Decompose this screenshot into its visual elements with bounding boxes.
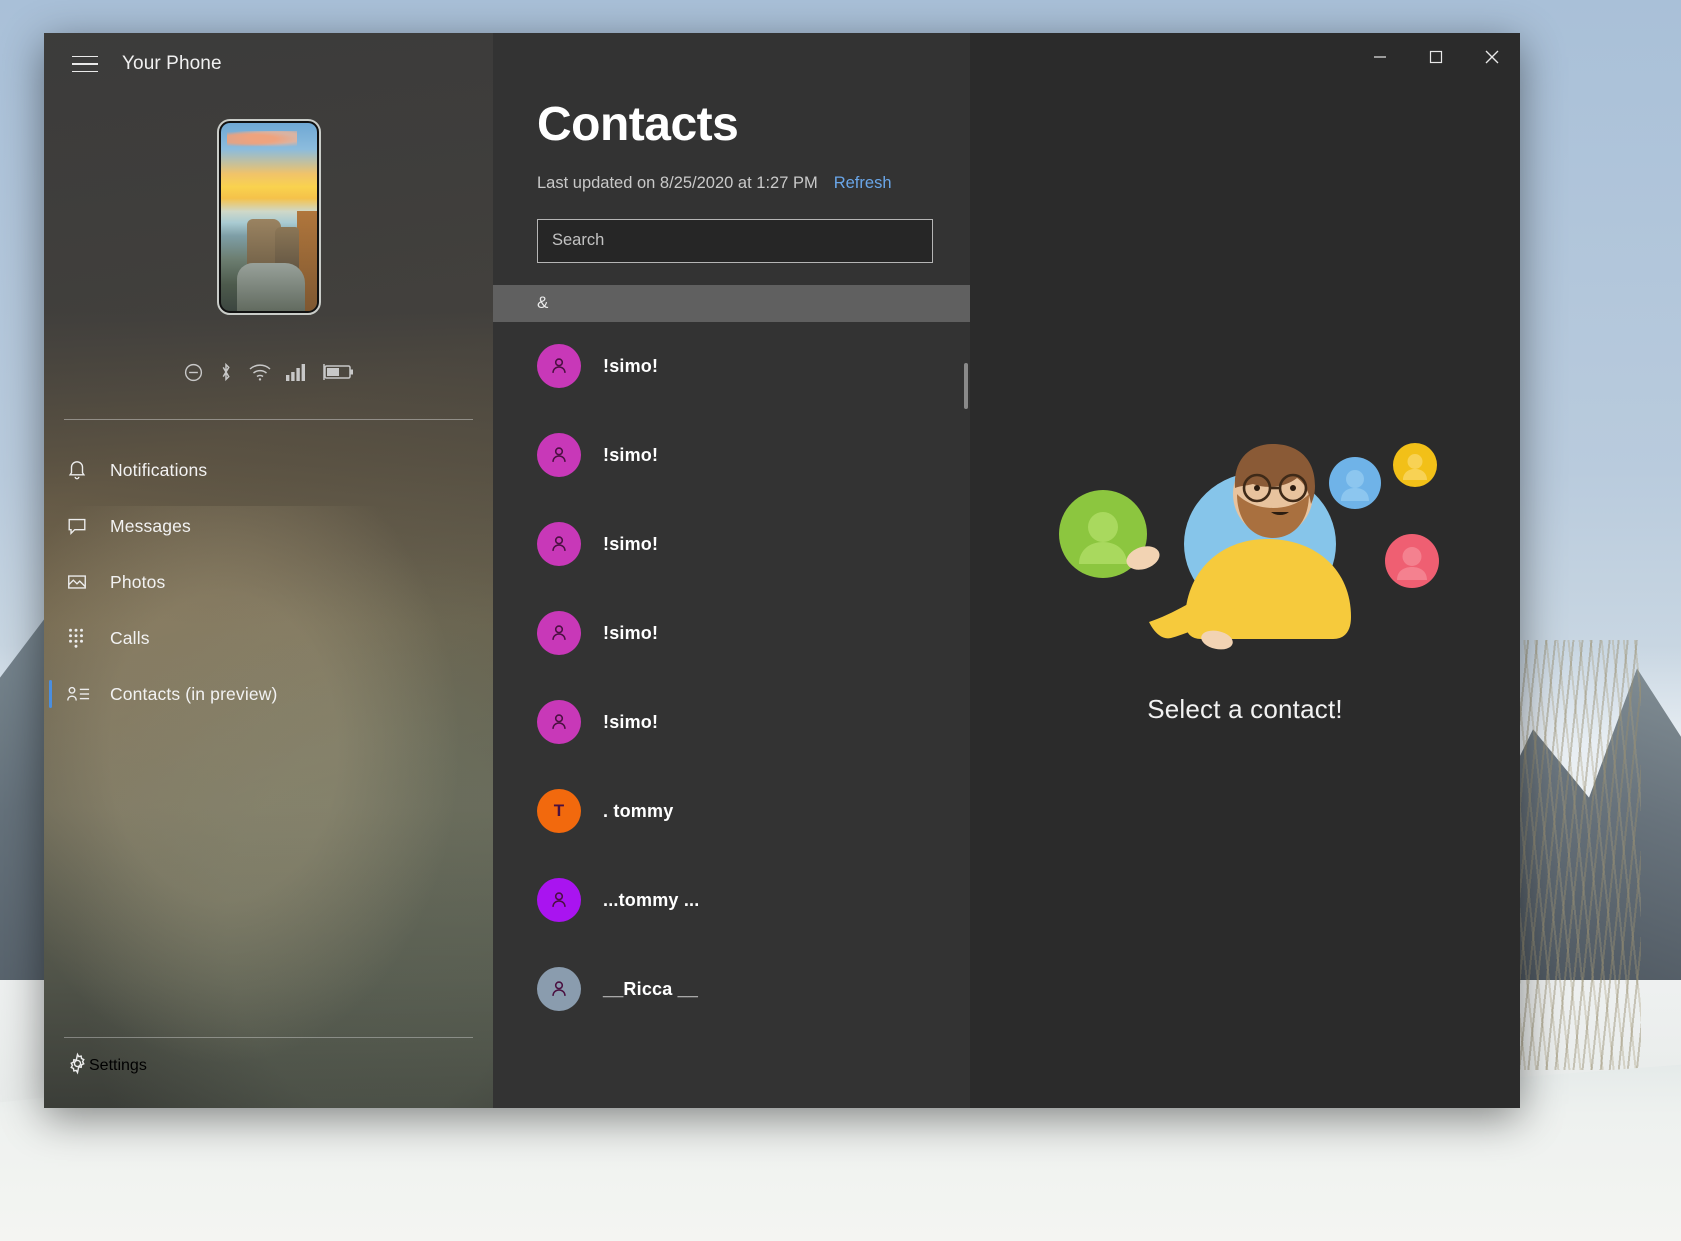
contact-avatar — [537, 700, 581, 744]
contact-list-item[interactable]: !simo! — [493, 322, 970, 411]
contact-avatar — [537, 344, 581, 388]
contact-card-icon — [66, 684, 100, 704]
app-title-row: Your Phone — [44, 33, 493, 95]
chat-bubble-icon — [66, 515, 100, 537]
your-phone-window: Your Phone — [44, 33, 1520, 1108]
sidebar-item-label: Contacts (in preview) — [110, 684, 278, 705]
contact-name: !simo! — [603, 712, 658, 733]
sidebar: Your Phone — [44, 33, 493, 1108]
contact-avatar — [537, 433, 581, 477]
app-title: Your Phone — [122, 53, 222, 75]
sidebar-item-label: Photos — [110, 572, 165, 593]
contact-avatar — [537, 967, 581, 1011]
phone-preview[interactable] — [44, 119, 493, 315]
contact-list: !simo! !simo! !simo! !simo! !simo! T . tommy..… — [493, 322, 970, 1034]
sidebar-item-label: Calls — [110, 628, 150, 649]
contact-list-item[interactable]: !simo! — [493, 500, 970, 589]
do-not-disturb-icon — [183, 362, 204, 383]
sidebar-item-label: Notifications — [110, 460, 207, 481]
contact-avatar — [537, 611, 581, 655]
contact-avatar — [537, 878, 581, 922]
last-updated-row: Last updated on 8/25/2020 at 1:27 PM Refr… — [537, 171, 897, 197]
sidebar-item-notifications[interactable]: Notifications — [44, 442, 493, 498]
contact-name: ...tommy ... — [603, 890, 699, 911]
settings-label: Settings — [89, 1057, 147, 1075]
wifi-icon — [248, 362, 272, 382]
gear-icon — [66, 1052, 89, 1080]
contact-group-header: & — [493, 285, 970, 322]
contact-name: !simo! — [603, 623, 658, 644]
photo-icon — [66, 571, 100, 593]
contact-list-item[interactable]: !simo! — [493, 678, 970, 767]
sidebar-item-calls[interactable]: Calls — [44, 610, 493, 666]
contact-name: !simo! — [603, 445, 658, 466]
phone-status-icons — [44, 361, 493, 383]
contact-avatar — [537, 522, 581, 566]
hamburger-menu-icon[interactable] — [62, 41, 108, 87]
battery-charging-icon — [322, 363, 354, 381]
contact-list-item[interactable]: T . tommy — [493, 767, 970, 856]
contact-list-item[interactable]: ...tommy ... — [493, 856, 970, 945]
search-input[interactable] — [537, 219, 933, 263]
page-title: Contacts — [537, 101, 970, 149]
dialpad-icon — [66, 627, 100, 649]
selection-indicator — [49, 680, 52, 708]
contact-list-item[interactable]: !simo! — [493, 589, 970, 678]
cellular-signal-icon — [286, 363, 308, 381]
empty-state: Select a contact! — [970, 33, 1520, 1108]
person-with-contact-bubbles-illustration — [1045, 416, 1445, 676]
empty-state-message: Select a contact! — [1147, 694, 1343, 725]
contacts-header: Contacts Last updated on 8/25/2020 at 1:… — [493, 33, 970, 263]
sidebar-divider-top — [64, 419, 473, 420]
contact-detail-pane: Select a contact! — [970, 33, 1520, 1108]
contact-list-item[interactable]: __Ricca __ — [493, 945, 970, 1034]
sidebar-item-photos[interactable]: Photos — [44, 554, 493, 610]
sidebar-item-label: Messages — [110, 516, 191, 537]
contact-name: __Ricca __ — [603, 979, 698, 1000]
sidebar-item-settings[interactable]: Settings — [44, 1038, 493, 1094]
last-updated-text: Last updated on 8/25/2020 at 1:27 PM — [537, 174, 818, 192]
contacts-list-pane: Contacts Last updated on 8/25/2020 at 1:… — [493, 33, 970, 1108]
list-scrollbar[interactable] — [964, 363, 968, 409]
refresh-link[interactable]: Refresh — [834, 174, 892, 192]
sidebar-item-contacts[interactable]: Contacts (in preview) — [44, 666, 493, 722]
contact-name: !simo! — [603, 356, 658, 377]
bell-icon — [66, 459, 100, 481]
contact-avatar: T — [537, 789, 581, 833]
sidebar-nav: Notifications Messages — [44, 442, 493, 722]
contact-list-item[interactable]: !simo! — [493, 411, 970, 500]
contact-name: !simo! — [603, 534, 658, 555]
phone-screen-wallpaper — [221, 123, 317, 311]
contact-name: . tommy — [603, 801, 673, 822]
bluetooth-icon — [218, 361, 234, 383]
sidebar-item-messages[interactable]: Messages — [44, 498, 493, 554]
group-header-label: & — [537, 293, 548, 313]
